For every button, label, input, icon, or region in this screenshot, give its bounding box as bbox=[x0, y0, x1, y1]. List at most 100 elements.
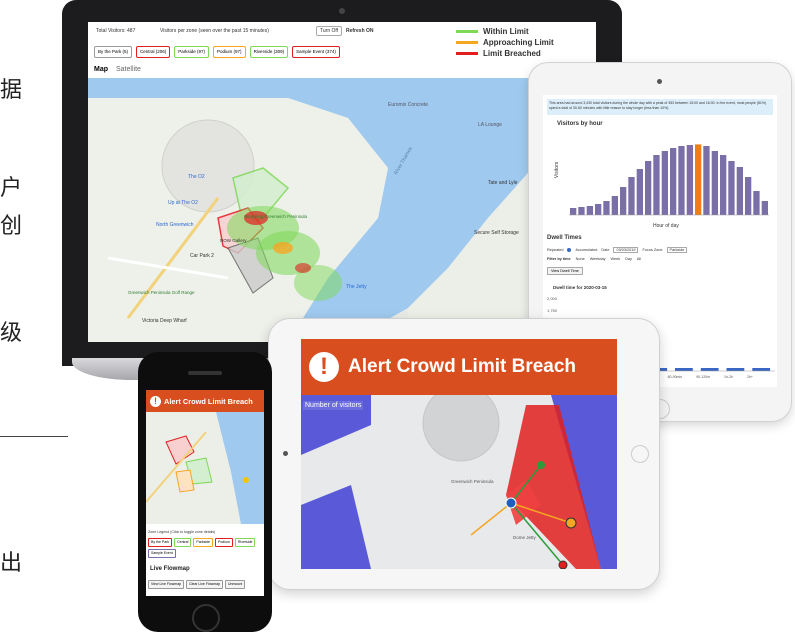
dwell-bar-4 bbox=[675, 368, 693, 371]
hour-bar-17 bbox=[711, 151, 718, 215]
visitors-chart-xlabel: Hour of day bbox=[653, 223, 679, 229]
heat-spot-2 bbox=[273, 242, 293, 254]
hour-bar-20 bbox=[736, 167, 743, 215]
iphone-home-button[interactable] bbox=[192, 604, 220, 632]
clear-live-flowmap-button[interactable]: Clear Live Flowmap bbox=[186, 580, 224, 589]
flow-node-south[interactable] bbox=[558, 560, 568, 569]
time-filter-all[interactable]: All bbox=[637, 257, 641, 261]
visitors-label: Number of visitors bbox=[303, 401, 364, 410]
hour-bar-7 bbox=[628, 177, 635, 215]
legend-breached-label: Limit Breached bbox=[483, 49, 541, 58]
laptop-map-graphic bbox=[88, 78, 596, 342]
visitors-chart-ylabel: Visitors bbox=[554, 161, 561, 179]
flow-node-east[interactable] bbox=[565, 517, 577, 529]
phone-tag-podium[interactable]: Podium bbox=[215, 538, 233, 547]
hour-bar-11 bbox=[661, 151, 668, 215]
time-filter-weekday[interactable]: Weekday bbox=[590, 257, 606, 261]
ipad-alert-screen: ! Alert Crowd Limit Breach Number of vis… bbox=[301, 339, 617, 569]
dwell-xlabel-2: 60-90min bbox=[667, 375, 683, 379]
place-north-greenwich: North Greenwich bbox=[156, 222, 194, 228]
iphone-speaker bbox=[188, 371, 222, 375]
legend-breached-swatch bbox=[456, 52, 478, 55]
side-divider bbox=[0, 436, 68, 437]
side-text-5: 出 bbox=[0, 551, 23, 576]
zone-button-podium[interactable]: Podium (97) bbox=[213, 46, 246, 58]
hour-bar-5 bbox=[611, 196, 618, 215]
hour-bar-8 bbox=[636, 169, 643, 215]
view-live-flowmap-button[interactable]: View Live Flowmap bbox=[148, 580, 185, 589]
hour-bar-23 bbox=[761, 201, 768, 215]
total-visitors: Total Visitors: 487 bbox=[96, 28, 136, 34]
legend-breached: Limit Breached bbox=[456, 48, 576, 59]
iphone-screen: ! Alert Crowd Limit Breach Zone Legend (… bbox=[146, 390, 264, 596]
place-wrapping: Wrapping Greenwich Peninsula bbox=[244, 214, 307, 219]
tab-map[interactable]: Map bbox=[94, 66, 108, 73]
zone-button-parkside[interactable]: Parkside (97) bbox=[174, 46, 210, 58]
time-filter-day[interactable]: Day bbox=[625, 257, 632, 261]
time-filter-week[interactable]: Week bbox=[610, 257, 620, 261]
alert-place-greenwich: Greenwich Peninsula bbox=[451, 479, 494, 484]
phone-flowmap-title: Live Flowmap bbox=[150, 566, 190, 572]
hour-bar-9 bbox=[645, 161, 652, 215]
zone-button-sample-event[interactable]: Sample Event (374) bbox=[292, 46, 340, 58]
dwell-xlabel-4: 1h-2h bbox=[724, 375, 733, 379]
hour-bar-0 bbox=[570, 208, 577, 215]
phone-tag-sample-event[interactable]: Sample Event bbox=[148, 549, 176, 558]
place-car-park: Car Park 2 bbox=[190, 253, 214, 259]
phone-tag-by-the-park[interactable]: By the Park bbox=[148, 538, 173, 547]
place-up-at-o2: Up at The O2 bbox=[168, 200, 198, 206]
dwell-xlabel-5: 2h+ bbox=[746, 375, 753, 379]
date-input[interactable]: 03/03/2019 bbox=[613, 247, 639, 253]
hour-bar-3 bbox=[595, 204, 602, 215]
place-tate: Tate and Lyle bbox=[488, 180, 518, 186]
place-o2: The O2 bbox=[188, 174, 205, 180]
tab-satellite[interactable]: Satellite bbox=[116, 66, 141, 73]
legend-within-swatch bbox=[456, 30, 478, 33]
place-la-lounge: LA Lounge bbox=[478, 122, 502, 128]
phone-tag-central[interactable]: Central bbox=[174, 538, 192, 547]
zone-buttons: By the Park (5) Central (206) Parkside (… bbox=[94, 46, 340, 58]
focus-zone-select[interactable]: Parkside bbox=[666, 247, 688, 253]
focus-zone-label: Focus Zone bbox=[642, 248, 663, 252]
laptop-camera bbox=[339, 8, 345, 14]
radio-repeated[interactable]: Repeated bbox=[547, 248, 563, 252]
zone-button-central[interactable]: Central (206) bbox=[136, 46, 171, 58]
legend-approaching: Approaching Limit bbox=[456, 37, 576, 48]
dwell-tick-1: 2,000 bbox=[547, 296, 558, 301]
zone-button-riverside[interactable]: Riverside (309) bbox=[249, 46, 289, 58]
time-filter: Filter by time None Weekday Week Day All bbox=[547, 257, 641, 261]
dwell-bar-7 bbox=[752, 368, 771, 371]
iphone-device: ! Alert Crowd Limit Breach Zone Legend (… bbox=[138, 352, 272, 632]
phone-map[interactable] bbox=[146, 412, 264, 524]
hour-bar-1 bbox=[578, 207, 585, 215]
time-filter-label: Filter by time bbox=[547, 257, 571, 261]
date-label: Date bbox=[601, 248, 610, 252]
time-filter-none[interactable]: None bbox=[576, 257, 585, 261]
alert-exclamation-icon: ! bbox=[309, 352, 339, 382]
hour-bar-13 bbox=[678, 146, 685, 215]
phone-tag-riverside[interactable]: Riverside bbox=[234, 538, 256, 547]
phone-pegman-icon[interactable] bbox=[243, 477, 249, 483]
flow-node-north[interactable] bbox=[537, 461, 545, 469]
legend-approaching-swatch bbox=[456, 41, 478, 44]
dwell-tick-2: 1,750 bbox=[547, 308, 558, 313]
ipad-stats-camera bbox=[657, 79, 662, 84]
radio-dot-icon bbox=[567, 248, 572, 252]
laptop-map[interactable]: Euromix Concrete LA Lounge The O2 Up at … bbox=[88, 78, 596, 342]
view-dwell-button[interactable]: View Dwell Time bbox=[547, 267, 583, 275]
radio-accumulated[interactable]: Accumulated bbox=[575, 248, 597, 252]
unmount-button[interactable]: Unmount bbox=[225, 580, 246, 589]
phone-tag-parkside[interactable]: Parkside bbox=[193, 538, 214, 547]
legend-within: Within Limit bbox=[456, 26, 576, 37]
hour-bar-2 bbox=[586, 206, 593, 215]
turn-off-button[interactable]: Turn Off bbox=[316, 26, 343, 36]
zone-button-by-the-park[interactable]: By the Park (5) bbox=[94, 46, 133, 58]
ipad-alert-home-button[interactable] bbox=[631, 445, 649, 463]
heat-spot-3 bbox=[295, 263, 311, 273]
dwell-xlabel-3: 90-120m bbox=[696, 375, 711, 379]
place-euro: Euromix Concrete bbox=[388, 102, 429, 108]
place-secure: Secure Self Storage bbox=[474, 230, 519, 236]
phone-alert-title: Alert Crowd Limit Breach bbox=[164, 396, 253, 406]
hour-bar-12 bbox=[670, 148, 677, 215]
flow-node-center[interactable] bbox=[505, 497, 517, 509]
